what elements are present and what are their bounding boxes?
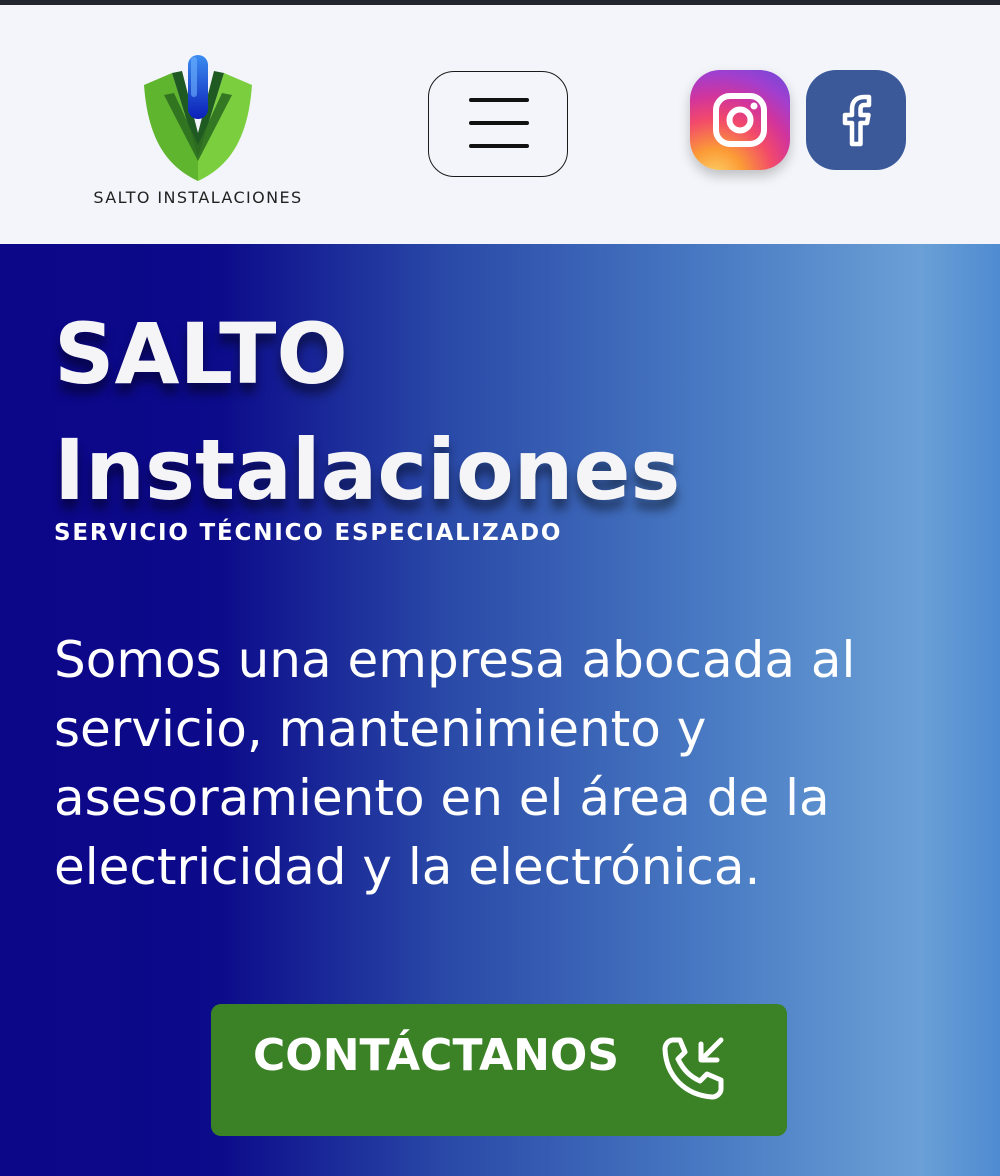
hamburger-menu-icon-bar-middle [469, 121, 529, 125]
site-header: SALTO INSTALACIONES [0, 5, 1000, 244]
facebook-link[interactable] [806, 70, 906, 170]
contact-button[interactable]: CONTÁCTANOS [211, 1004, 787, 1136]
hamburger-menu-icon-bar-bottom [469, 144, 529, 148]
instagram-icon [713, 93, 767, 147]
contact-button-label: CONTÁCTANOS [253, 1030, 620, 1081]
hamburger-menu-icon-bar-top [469, 98, 529, 102]
site-logo[interactable]: SALTO INSTALACIONES [86, 49, 310, 209]
phone-incoming-icon [662, 1037, 724, 1100]
shield-plug-icon [144, 55, 252, 181]
hero-title-line-2: Instalaciones [54, 421, 681, 519]
logo-text: SALTO INSTALACIONES [93, 188, 303, 207]
instagram-link[interactable] [690, 70, 790, 170]
hero-title-line-1: SALTO [54, 305, 348, 403]
menu-button[interactable] [428, 71, 568, 177]
facebook-icon [842, 94, 872, 147]
hero-section: SALTO Instalaciones SERVICIO TÉCNICO ESP… [0, 244, 1000, 1176]
hero-description: Somos una empresa abocada al servicio, m… [54, 631, 856, 896]
hero-title: SALTO Instalaciones [54, 296, 954, 528]
hero-subtitle: SERVICIO TÉCNICO ESPECIALIZADO [54, 520, 563, 546]
